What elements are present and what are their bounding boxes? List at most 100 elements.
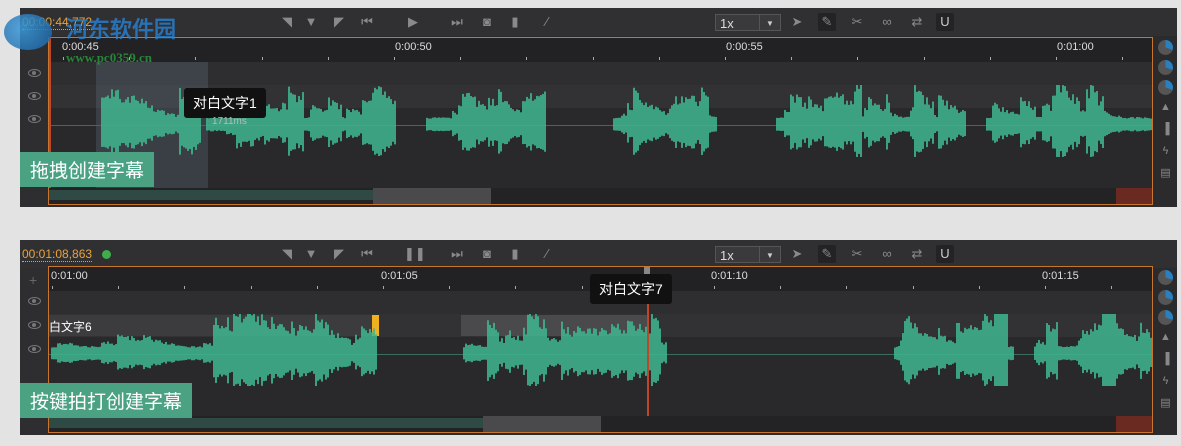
waveform-icon[interactable]: ▲ — [1158, 100, 1173, 115]
waveform-bar — [1112, 116, 1114, 133]
magnet-icon[interactable]: U — [936, 13, 954, 31]
waveform-bar — [866, 110, 868, 137]
waveform-bar — [1116, 323, 1118, 379]
waveform-bar — [1088, 334, 1090, 370]
camera-icon[interactable]: ◙ — [478, 13, 496, 31]
waveform-bar — [615, 118, 617, 131]
waveform-bar — [494, 105, 496, 141]
waveform-bar — [920, 91, 922, 152]
waveform-bar — [113, 345, 115, 362]
eye-icon[interactable] — [28, 345, 41, 353]
volume-knob-icon[interactable] — [1158, 270, 1173, 285]
bookmark-icon[interactable]: ▮ — [506, 245, 524, 263]
waveform-icon[interactable]: ▲ — [1158, 330, 1173, 345]
waveform-bar — [922, 95, 924, 149]
scrollbar[interactable] — [49, 188, 1152, 204]
magic-wand-icon[interactable]: ⁄ — [538, 245, 556, 263]
waveform-bar — [978, 330, 980, 374]
waveform-bar — [1006, 110, 1008, 137]
add-track-icon[interactable]: + — [29, 272, 37, 288]
subtitle-list-icon[interactable]: ▤ — [1158, 166, 1173, 181]
volume-knob-icon[interactable] — [1158, 80, 1173, 95]
timecode[interactable]: 00:01:08,863 — [22, 247, 93, 262]
waveform-bar — [539, 327, 541, 376]
scroll-thumb[interactable] — [483, 416, 601, 432]
waveform-bar — [956, 322, 958, 379]
speed-select[interactable]: 1x ▼ — [715, 14, 781, 31]
waveform-bar — [452, 110, 454, 137]
volume-knob-icon[interactable] — [1158, 290, 1173, 305]
waveform-bar — [57, 343, 59, 363]
lightning-icon[interactable]: ϟ — [1158, 144, 1173, 159]
waveform-bar — [1142, 332, 1144, 372]
mark-in-icon[interactable]: ◥ — [278, 13, 296, 31]
camera-icon[interactable]: ◙ — [478, 245, 496, 263]
swap-icon[interactable]: ⇄ — [908, 245, 926, 263]
waveform-bar — [491, 327, 493, 375]
waveform-bar — [926, 334, 928, 370]
mark-center-icon[interactable]: ▼ — [302, 13, 320, 31]
mark-center-icon[interactable]: ▼ — [302, 245, 320, 263]
eye-icon[interactable] — [28, 115, 41, 123]
waveform-bar — [348, 109, 350, 138]
waveform-bar — [137, 339, 139, 366]
waveform-bar — [1074, 103, 1076, 142]
subtitle-list-icon[interactable]: ▤ — [1158, 396, 1173, 411]
waveform-bar — [1040, 117, 1042, 132]
eye-icon[interactable] — [28, 69, 41, 77]
skip-forward-icon[interactable]: ⏭ — [448, 245, 466, 263]
skip-forward-icon[interactable]: ⏭ — [448, 13, 466, 31]
eye-icon[interactable] — [28, 92, 41, 100]
scissors-icon[interactable]: ✂ — [848, 13, 866, 31]
pause-icon[interactable]: ❚❚ — [404, 245, 426, 263]
scroll-progress — [49, 190, 373, 200]
lightning-icon[interactable]: ϟ — [1158, 374, 1173, 389]
mark-out-icon[interactable]: ◤ — [330, 245, 348, 263]
swap-icon[interactable]: ⇄ — [908, 13, 926, 31]
link-icon[interactable]: ∞ — [878, 13, 896, 31]
skip-back-icon[interactable]: ⏮ — [358, 245, 376, 263]
waveform-bar — [119, 98, 121, 146]
pointer-icon[interactable]: ➤ — [788, 13, 806, 31]
volume-knob-icon[interactable] — [1158, 310, 1173, 325]
playhead-handle[interactable] — [644, 267, 650, 274]
waveform-bar — [942, 336, 944, 369]
scrollbar[interactable] — [49, 416, 1152, 432]
volume-knob-icon[interactable] — [1158, 40, 1173, 55]
spectrum-icon[interactable]: ▐ — [1158, 122, 1173, 137]
scissors-icon[interactable]: ✂ — [848, 245, 866, 263]
bookmark-icon[interactable]: ▮ — [506, 13, 524, 31]
waveform-bar — [351, 344, 353, 362]
magnet-icon[interactable]: U — [936, 245, 954, 263]
edit-icon[interactable]: ✎ — [818, 13, 836, 31]
waveform-bar — [1066, 90, 1068, 153]
scroll-thumb[interactable] — [373, 188, 491, 204]
waveform-bar — [529, 314, 531, 386]
eye-icon[interactable] — [28, 297, 41, 305]
waveform-bar — [619, 329, 621, 374]
waveform-bar — [141, 340, 143, 366]
waveform-bar — [201, 347, 203, 360]
edit-icon[interactable]: ✎ — [818, 245, 836, 263]
pointer-icon[interactable]: ➤ — [788, 245, 806, 263]
waveform-bar — [675, 96, 677, 148]
waveform-bar — [217, 325, 219, 378]
speed-select[interactable]: 1x ▼ — [715, 246, 781, 263]
magic-wand-icon[interactable]: ⁄ — [538, 13, 556, 31]
link-icon[interactable]: ∞ — [878, 245, 896, 263]
timeline-panel-tap: 00:01:08,863 ◥ ▼ ◤ ⏮ ❚❚ ⏭ ◙ ▮ ⁄ 1x ▼ ➤ ✎ … — [20, 240, 1177, 435]
waveform-bar — [1008, 113, 1010, 135]
waveform-bar — [299, 324, 301, 378]
watermark-name: 河东软件园 — [66, 17, 177, 42]
skip-back-icon[interactable]: ⏮ — [358, 13, 376, 31]
volume-knob-icon[interactable] — [1158, 60, 1173, 75]
mark-in-icon[interactable]: ◥ — [278, 245, 296, 263]
spectrum-icon[interactable]: ▐ — [1158, 352, 1173, 367]
waveform-bar — [850, 100, 852, 145]
play-icon[interactable]: ▶ — [404, 13, 422, 31]
eye-icon[interactable] — [28, 321, 41, 329]
waveform-bar — [655, 106, 657, 140]
waveform-bar — [896, 346, 898, 360]
mark-out-icon[interactable]: ◤ — [330, 13, 348, 31]
waveform-bar — [534, 99, 536, 146]
